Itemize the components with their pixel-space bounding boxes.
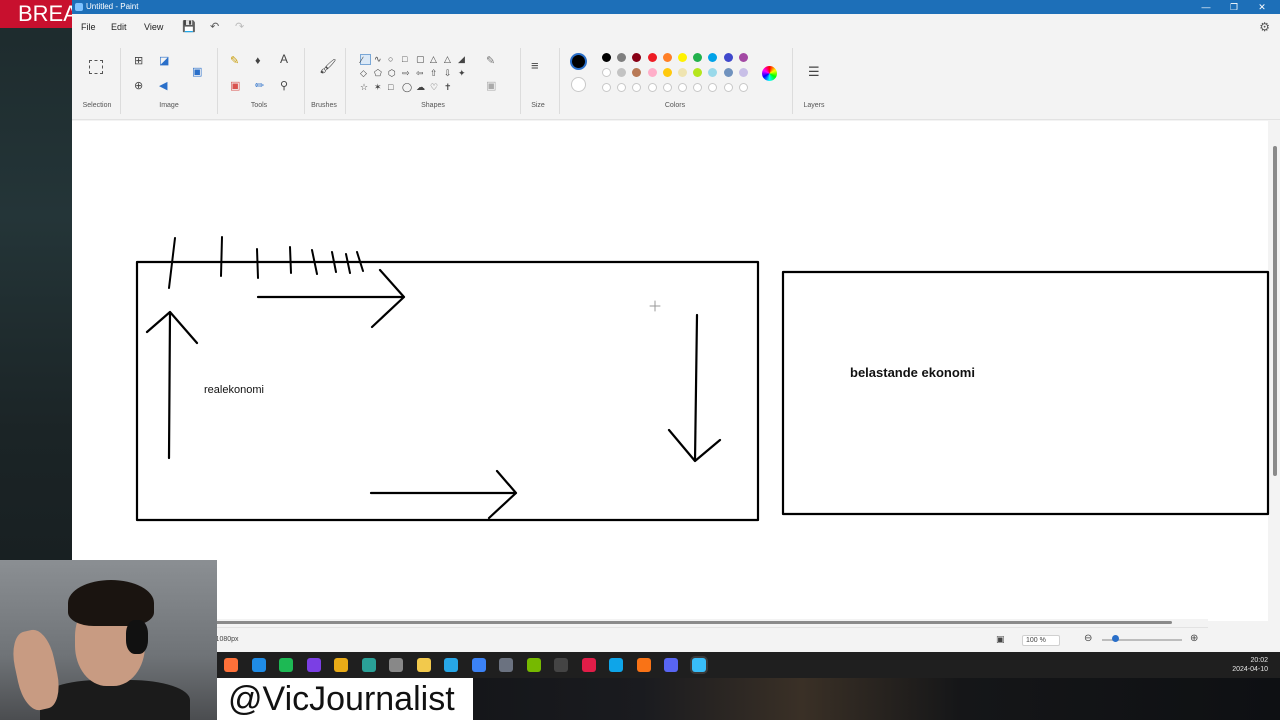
clock-time: 20:02	[1250, 657, 1268, 664]
belastande-ekonomi-box	[781, 270, 1270, 516]
edge-icon[interactable]	[251, 658, 266, 672]
webcam-hair	[68, 580, 154, 626]
discord-icon[interactable]	[664, 658, 678, 672]
telegram-icon[interactable]	[444, 658, 458, 672]
arrow-top-right	[256, 268, 406, 329]
label-belastande-ekonomi: belastande ekonomi	[850, 365, 975, 380]
stream-handle: @VicJournalist	[228, 680, 455, 718]
vlc-icon[interactable]	[636, 658, 651, 672]
arrow-left-up	[145, 310, 199, 460]
xbox-icon[interactable]	[279, 658, 293, 672]
obs-icon[interactable]	[554, 658, 568, 672]
opera-icon[interactable]	[581, 658, 596, 672]
firefox-icon[interactable]	[224, 658, 238, 672]
webcam-hand	[8, 626, 64, 714]
webcam-feed	[0, 560, 217, 720]
vscode-icon[interactable]	[609, 658, 623, 672]
media-icon[interactable]	[361, 658, 376, 672]
taskbar: 20:02 2024-04-10	[217, 652, 1280, 678]
thunderbird-icon[interactable]	[471, 658, 486, 672]
taskbar-clock[interactable]: 20:02 2024-04-10	[1232, 656, 1268, 674]
nvidia-icon[interactable]	[526, 658, 541, 672]
webcam-shirt	[40, 680, 190, 720]
meta-icon[interactable]	[306, 658, 321, 672]
explorer-icon[interactable]	[416, 658, 431, 672]
webcam-headset	[126, 620, 148, 654]
chrome-icon[interactable]	[334, 658, 348, 672]
clock-date: 2024-04-10	[1232, 666, 1268, 673]
arrow-right-down	[667, 313, 722, 463]
steam-icon[interactable]	[499, 658, 513, 672]
arrow-bottom-right	[369, 469, 518, 520]
settings-icon[interactable]	[389, 658, 403, 672]
label-realekonomi: realekonomi	[204, 384, 264, 396]
crosshair-cursor	[649, 300, 661, 312]
paint-icon[interactable]	[691, 658, 706, 672]
